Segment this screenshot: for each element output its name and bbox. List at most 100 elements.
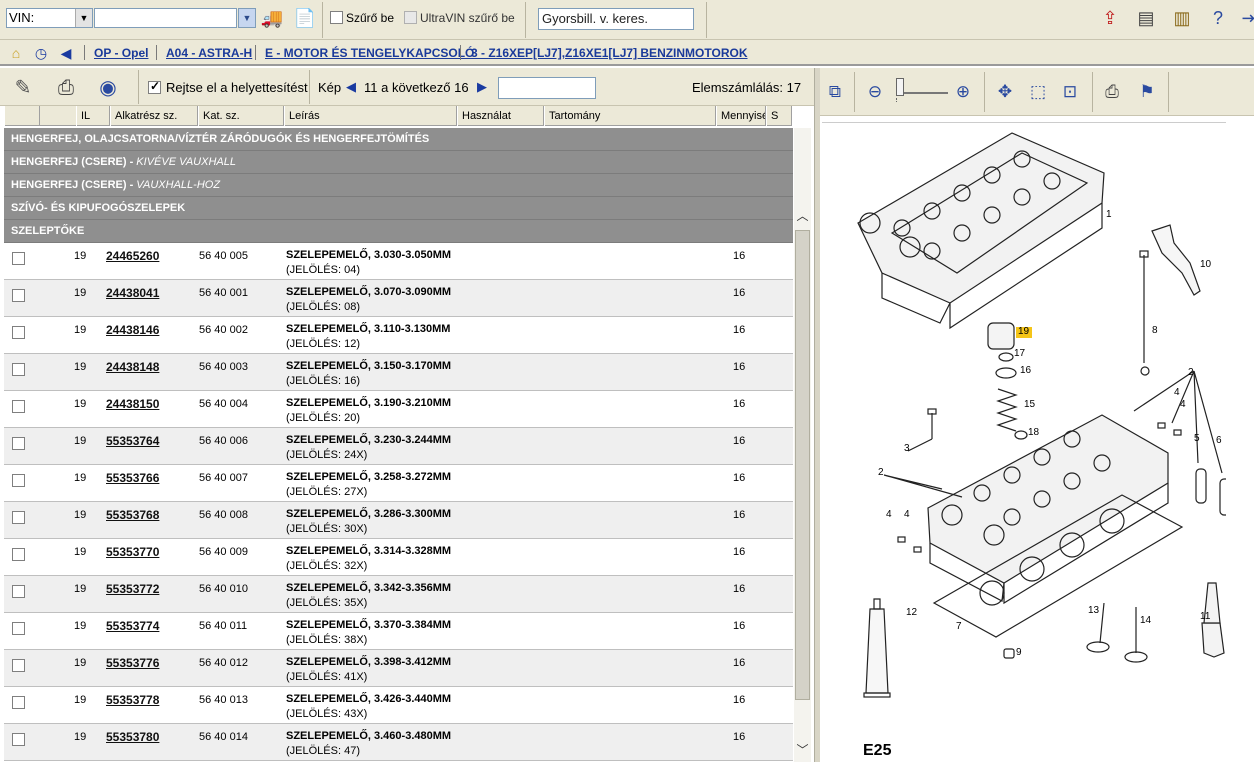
row-select-checkbox[interactable] [12, 400, 25, 413]
callout-number[interactable]: 15 [1024, 399, 1035, 410]
row-part-number-link[interactable]: 55353780 [106, 730, 159, 744]
row-part-number-link[interactable]: 24465260 [106, 249, 159, 263]
zoom-in-icon[interactable]: ⊕ [950, 79, 976, 105]
edit-notes-icon[interactable]: ✎ [9, 74, 37, 102]
scrollbar-thumb[interactable] [795, 230, 810, 700]
quick-search-input[interactable]: Gyorsbill. v. keres. [538, 8, 694, 30]
breadcrumb-subgroup[interactable]: 3 - Z16XEP[LJ7],Z16XE1[LJ7] BENZINMOTORO… [471, 46, 748, 60]
callout-number[interactable]: 18 [1028, 427, 1039, 438]
row-select-checkbox[interactable] [12, 289, 25, 302]
row-part-number-link[interactable]: 55353778 [106, 693, 159, 707]
parts-list-scrollbar[interactable]: ︿ ﹀ [794, 128, 811, 762]
bookmark-icon[interactable]: ⚑ [1134, 79, 1160, 105]
row-part-number-link[interactable]: 55353776 [106, 656, 159, 670]
table-row[interactable]: 19 55353778 56 40 013 SZELEPEMELŐ, 3.426-3.… [4, 687, 793, 724]
exploded-diagram[interactable]: 1 10 19 17 16 15 18 8 2 4 4 5 6 3 2 4 4 12 7 9 13 14 11 [822, 122, 1252, 762]
table-row[interactable]: 19 55353780 56 40 014 SZELEPEMELŐ, 3.460-3.… [4, 724, 793, 761]
column-header-select[interactable] [4, 106, 40, 126]
callout-number[interactable]: 17 [1014, 348, 1025, 359]
row-select-checkbox[interactable] [12, 437, 25, 450]
zoom-out-icon[interactable]: ⊖ [862, 79, 888, 105]
callout-number[interactable]: 16 [1020, 365, 1031, 376]
breadcrumb-group[interactable]: E - MOTOR ÉS TENGELYKAPCSOLÓ [265, 46, 474, 60]
back-arrow-icon[interactable]: ◀ [57, 44, 75, 62]
next-image-icon[interactable]: ▶ [477, 79, 487, 95]
column-header-quantity[interactable]: Mennyisé [716, 106, 766, 126]
help-icon[interactable]: ? [1205, 5, 1231, 31]
callout-number[interactable]: 7 [956, 621, 962, 632]
callout-number[interactable]: 10 [1200, 259, 1211, 270]
row-select-checkbox[interactable] [12, 733, 25, 746]
column-header-il[interactable]: IL [76, 106, 110, 126]
callout-number[interactable]: 6 [1216, 435, 1222, 446]
column-header-description[interactable]: Leírás [284, 106, 457, 126]
previous-image-icon[interactable]: ◀ [346, 79, 356, 95]
group-header[interactable]: HENGERFEJ (CSERE) - KIVÉVE VAUXHALL [4, 151, 793, 174]
callout-number[interactable]: 9 [1016, 647, 1022, 658]
vin-select[interactable]: VIN: ▼ [6, 8, 93, 28]
row-select-checkbox[interactable] [12, 622, 25, 635]
column-header-catalog-number[interactable]: Kat. sz. [198, 106, 284, 126]
print-icon[interactable]: ⎙ [52, 74, 80, 102]
row-part-number-link[interactable]: 24438148 [106, 360, 159, 374]
vehicle-lookup-icon[interactable]: 🚚 [259, 5, 285, 31]
image-page-input[interactable] [498, 77, 596, 99]
callout-number[interactable]: 3 [904, 443, 910, 454]
column-header-range[interactable]: Tartomány [544, 106, 716, 126]
group-header[interactable]: HENGERFEJ (CSERE) - VAUXHALL-HOZ [4, 174, 793, 197]
fit-window-icon[interactable]: ⧉ [822, 79, 848, 105]
callout-number[interactable]: 5 [1194, 433, 1200, 444]
callout-number[interactable]: 4 [886, 509, 892, 520]
vin-history-dropdown[interactable]: ▼ [238, 8, 256, 28]
callout-number[interactable]: 13 [1088, 605, 1099, 616]
row-select-checkbox[interactable] [12, 659, 25, 672]
vin-input[interactable] [94, 8, 237, 28]
exit-icon[interactable]: ⇥ [1236, 5, 1254, 31]
scroll-up-icon[interactable]: ︿ [794, 208, 811, 225]
callout-number[interactable]: 2 [878, 467, 884, 478]
group-header[interactable]: SZÍVÓ- ÉS KIPUFOGÓSZELEPEK [4, 197, 793, 220]
callout-number[interactable]: 11 [1200, 611, 1210, 622]
scroll-down-icon[interactable]: ﹀ [794, 742, 811, 759]
home-icon[interactable]: ⌂ [7, 44, 25, 62]
report-icon[interactable]: 📄 [292, 5, 318, 31]
column-header-usage[interactable]: Használat [457, 106, 544, 126]
column-header-part-number[interactable]: Alkatrész sz. [110, 106, 198, 126]
pan-icon[interactable]: ✥ [992, 79, 1018, 105]
breadcrumb-model[interactable]: A04 - ASTRA-H [166, 46, 252, 60]
group-header[interactable]: SZELEPTŐKE [4, 220, 793, 243]
callout-number[interactable]: 12 [906, 607, 917, 618]
view-eye-icon[interactable]: ◉ [94, 74, 122, 102]
row-part-number-link[interactable]: 24438146 [106, 323, 159, 337]
callout-number[interactable]: 4 [904, 509, 910, 520]
hide-replacement-checkbox[interactable] [148, 79, 161, 94]
zoom-slider-thumb[interactable] [896, 78, 904, 96]
export-icon[interactable]: ⇪ [1097, 5, 1123, 31]
row-part-number-link[interactable]: 24438041 [106, 286, 159, 300]
row-select-checkbox[interactable] [12, 696, 25, 709]
table-row[interactable]: 19 55353776 56 40 012 SZELEPEMELŐ, 3.398-3.… [4, 650, 793, 687]
ultravin-filter-checkbox[interactable] [404, 11, 417, 24]
notes-icon[interactable]: ▤ [1133, 5, 1159, 31]
row-part-number-link[interactable]: 55353770 [106, 545, 159, 559]
callout-number[interactable]: 19 [1018, 326, 1029, 337]
group-header[interactable]: HENGERFEJ, OLAJCSATORNA/VÍZTÉR ZÁRÓDUGÓK… [4, 128, 793, 151]
zoom-area-icon[interactable]: ⊡ [1057, 79, 1083, 105]
row-part-number-link[interactable]: 55353764 [106, 434, 159, 448]
print-diagram-icon[interactable]: ⎙ [1099, 79, 1125, 105]
table-row[interactable]: 19 55353774 56 40 011 SZELEPEMELŐ, 3.370-3.… [4, 613, 793, 650]
select-area-icon[interactable]: ⬚ [1025, 79, 1051, 105]
filter-checkbox[interactable] [330, 11, 343, 24]
row-part-number-link[interactable]: 55353768 [106, 508, 159, 522]
table-row[interactable]: 19 55353766 56 40 007 SZELEPEMELŐ, 3.258-3.… [4, 465, 793, 502]
row-part-number-link[interactable]: 24438150 [106, 397, 159, 411]
catalog-book-icon[interactable]: ▥ [1169, 5, 1195, 31]
callout-number[interactable]: 1 [1106, 209, 1112, 220]
row-select-checkbox[interactable] [12, 585, 25, 598]
table-row[interactable]: 19 55353764 56 40 006 SZELEPEMELŐ, 3.230-3.… [4, 428, 793, 465]
table-row[interactable]: 19 24438041 56 40 001 SZELEPEMELŐ, 3.070-3.… [4, 280, 793, 317]
callout-number[interactable]: 14 [1140, 615, 1151, 626]
history-clock-icon[interactable]: ◷ [32, 44, 50, 62]
breadcrumb-make[interactable]: OP - Opel [94, 46, 148, 60]
row-select-checkbox[interactable] [12, 363, 25, 376]
